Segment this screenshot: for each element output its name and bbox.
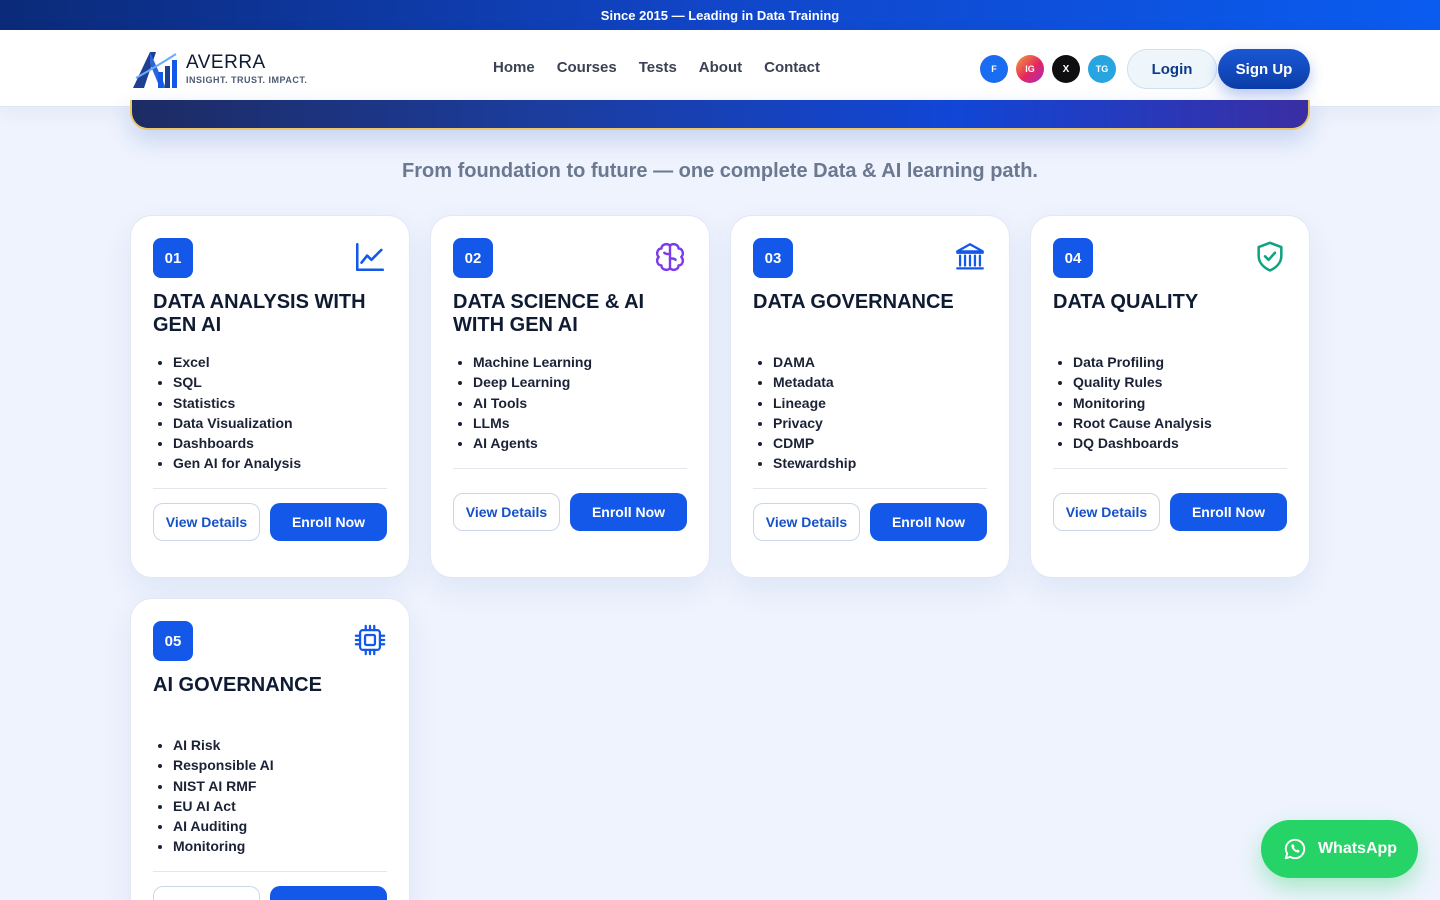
cpu-chip-icon xyxy=(354,624,386,656)
line-chart-icon xyxy=(355,242,385,272)
course-topics: Data Profiling Quality Rules Monitoring … xyxy=(1073,352,1212,453)
course-topics: AI Risk Responsible AI NIST AI RMF EU AI… xyxy=(173,735,274,857)
view-details-button[interactable]: View Details xyxy=(153,503,260,541)
course-title: DATA QUALITY xyxy=(1053,291,1199,313)
card-divider xyxy=(753,488,987,489)
site-header: AVERRA INSIGHT. TRUST. IMPACT. Home Cour… xyxy=(0,30,1440,107)
enroll-now-button[interactable]: Enroll Now xyxy=(270,503,387,541)
view-details-button[interactable]: View Details xyxy=(1053,493,1160,531)
brand-logo[interactable]: AVERRA INSIGHT. TRUST. IMPACT. xyxy=(130,48,307,90)
whatsapp-label: WhatsApp xyxy=(1317,840,1398,857)
list-item: Dashboards xyxy=(173,433,301,453)
list-item: Deep Learning xyxy=(473,372,592,392)
course-card: 03 DATA GOVERNANCE DAMA Metadata Lineage… xyxy=(730,215,1010,578)
facebook-icon[interactable]: F xyxy=(980,55,1008,83)
list-item: Data Profiling xyxy=(1073,352,1212,372)
nav-about[interactable]: About xyxy=(699,59,742,76)
list-item: AI Tools xyxy=(473,393,592,413)
announcement-bar: Since 2015 — Leading in Data Training xyxy=(0,0,1440,30)
course-title: AI GOVERNANCE xyxy=(153,674,322,696)
averra-logo-icon xyxy=(133,52,177,88)
list-item: Metadata xyxy=(773,372,856,392)
list-item: Excel xyxy=(173,352,301,372)
list-item: Stewardship xyxy=(773,453,856,473)
shield-check-icon xyxy=(1257,241,1283,272)
list-item: Data Visualization xyxy=(173,413,301,433)
enroll-now-button[interactable]: Enroll Now xyxy=(1170,493,1287,531)
nav-contact[interactable]: Contact xyxy=(764,59,820,76)
course-number-badge: 05 xyxy=(153,621,193,661)
whatsapp-button[interactable]: WhatsApp xyxy=(1261,820,1418,878)
social-links: F IG X TG xyxy=(980,55,1116,83)
course-card: 01 DATA ANALYSIS WITH GEN AI Excel SQL S… xyxy=(130,215,410,578)
list-item: DQ Dashboards xyxy=(1073,433,1212,453)
list-item: AI Auditing xyxy=(173,816,274,836)
view-details-button[interactable]: View Details xyxy=(753,503,860,541)
brand-tagline: INSIGHT. TRUST. IMPACT. xyxy=(186,75,308,85)
x-icon[interactable]: X xyxy=(1052,55,1080,83)
whatsapp-icon xyxy=(1284,838,1306,860)
course-card: 05 AI GOVERNANCE AI Risk Responsible AI … xyxy=(130,598,410,900)
course-topics: Machine Learning Deep Learning AI Tools … xyxy=(473,352,592,453)
list-item: Lineage xyxy=(773,393,856,413)
signup-button[interactable]: Sign Up xyxy=(1218,49,1310,89)
nav-home[interactable]: Home xyxy=(493,59,535,76)
brand-name: AVERRA xyxy=(186,52,266,73)
brain-icon xyxy=(655,242,685,272)
card-divider xyxy=(153,488,387,489)
list-item: EU AI Act xyxy=(173,796,274,816)
card-divider xyxy=(453,468,687,469)
card-divider xyxy=(1053,468,1287,469)
hero-banner-edge xyxy=(130,100,1310,130)
course-number-badge: 04 xyxy=(1053,238,1093,278)
list-item: CDMP xyxy=(773,433,856,453)
section-subtitle: From foundation to future — one complete… xyxy=(402,160,1038,182)
list-item: Privacy xyxy=(773,413,856,433)
course-number-badge: 03 xyxy=(753,238,793,278)
list-item: Machine Learning xyxy=(473,352,592,372)
list-item: Monitoring xyxy=(173,836,274,856)
enroll-now-button[interactable]: Enroll Now xyxy=(270,886,387,900)
instagram-icon[interactable]: IG xyxy=(1016,55,1044,83)
enroll-now-button[interactable]: Enroll Now xyxy=(870,503,987,541)
list-item: AI Risk xyxy=(173,735,274,755)
card-divider xyxy=(153,871,387,872)
course-number-badge: 02 xyxy=(453,238,493,278)
course-title: DATA GOVERNANCE xyxy=(753,291,954,313)
login-button[interactable]: Login xyxy=(1127,49,1217,89)
list-item: NIST AI RMF xyxy=(173,776,274,796)
course-card: 04 DATA QUALITY Data Profiling Quality R… xyxy=(1030,215,1310,578)
view-details-button[interactable]: View Details xyxy=(453,493,560,531)
view-details-button[interactable]: View Details xyxy=(153,886,260,900)
announcement-text: Since 2015 — Leading in Data Training xyxy=(600,7,840,23)
list-item: Statistics xyxy=(173,393,301,413)
course-title: DATA ANALYSIS WITH GEN AI xyxy=(153,291,366,336)
course-card: 02 DATA SCIENCE & AI WITH GEN AI Machine… xyxy=(430,215,710,578)
list-item: Responsible AI xyxy=(173,755,274,775)
list-item: LLMs xyxy=(473,413,592,433)
list-item: AI Agents xyxy=(473,433,592,453)
list-item: DAMA xyxy=(773,352,856,372)
list-item: Gen AI for Analysis xyxy=(173,453,301,473)
bank-icon xyxy=(956,243,984,270)
course-topics: Excel SQL Statistics Data Visualization … xyxy=(173,352,301,474)
main-nav: Home Courses Tests About Contact xyxy=(493,59,820,76)
list-item: Root Cause Analysis xyxy=(1073,413,1212,433)
telegram-icon[interactable]: TG xyxy=(1088,55,1116,83)
course-title: DATA SCIENCE & AI WITH GEN AI xyxy=(453,291,645,336)
list-item: Monitoring xyxy=(1073,393,1212,413)
course-number-badge: 01 xyxy=(153,238,193,278)
list-item: SQL xyxy=(173,372,301,392)
nav-courses[interactable]: Courses xyxy=(557,59,617,76)
course-topics: DAMA Metadata Lineage Privacy CDMP Stewa… xyxy=(773,352,856,474)
nav-tests[interactable]: Tests xyxy=(639,59,677,76)
list-item: Quality Rules xyxy=(1073,372,1212,392)
enroll-now-button[interactable]: Enroll Now xyxy=(570,493,687,531)
